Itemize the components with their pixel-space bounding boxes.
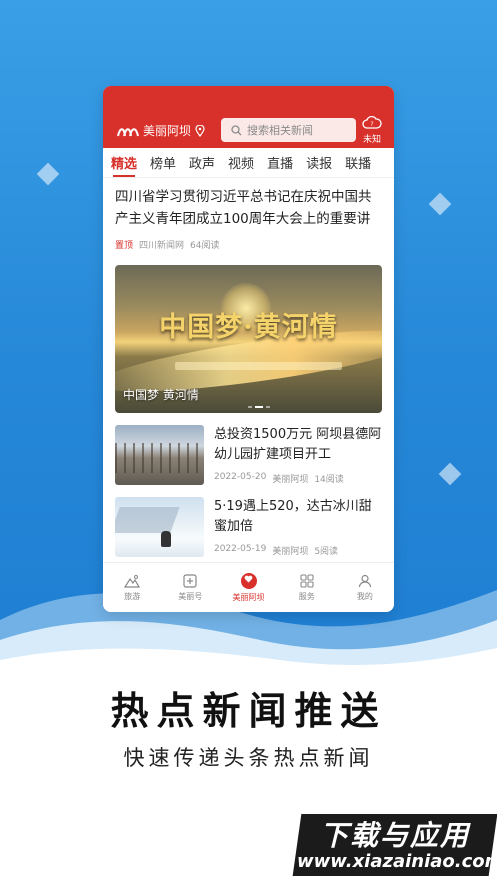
- carousel-indicator: [248, 406, 270, 408]
- phone-screen: 美丽阿坝 搜索相关新闻 ? 未知 精选 榜单 政声 视频 直播 读报 联播 四川…: [103, 86, 394, 612]
- bottom-navigation: 旅游 美丽号 美丽阿坝 服务 我的: [103, 562, 394, 612]
- plus-square-icon: [183, 573, 197, 588]
- news-source: 美丽阿坝: [272, 475, 309, 485]
- headline-reads: 64阅读: [190, 241, 220, 251]
- tab-featured[interactable]: 精选: [111, 153, 137, 177]
- nav-label: 美丽阿坝: [232, 592, 265, 602]
- news-thumbnail: [115, 425, 204, 485]
- news-source: 美丽阿坝: [272, 547, 309, 557]
- nav-label: 服务: [298, 591, 315, 601]
- news-title: 总投资1500万元 阿坝县德阿幼儿园扩建项目开工: [214, 427, 382, 462]
- watermark-url: www.xiazainiao.com: [297, 851, 497, 872]
- tab-government[interactable]: 政声: [189, 153, 215, 172]
- tab-newspaper[interactable]: 读报: [306, 153, 332, 172]
- news-reads: 5阅读: [314, 547, 339, 557]
- banner-image-title: 中国梦·黄河情: [159, 312, 338, 343]
- news-thumbnail: [115, 497, 204, 557]
- nav-item-travel[interactable]: 旅游: [103, 563, 161, 612]
- headline-meta: 置顶 四川新闻网 64阅读: [115, 238, 382, 251]
- weather-widget[interactable]: ? 未知: [358, 115, 386, 145]
- search-input[interactable]: 搜索相关新闻: [221, 118, 356, 142]
- news-meta: 2022-05-20 美丽阿坝 14阅读: [214, 472, 382, 485]
- tab-broadcast[interactable]: 联播: [345, 153, 371, 172]
- brand-name: 美丽阿坝: [143, 124, 192, 138]
- nav-item-mine[interactable]: 我的: [336, 563, 394, 612]
- heart-icon: [240, 572, 257, 589]
- news-reads: 14阅读: [314, 475, 344, 485]
- news-list-item[interactable]: 5·19遇上520，达古冰川甜蜜加倍 2022-05-19 美丽阿坝 5阅读: [103, 497, 394, 557]
- carousel-dot-active: [255, 406, 263, 408]
- search-icon: [231, 124, 242, 135]
- nav-label: 我的: [356, 591, 373, 601]
- mountain-icon: [124, 574, 141, 588]
- news-meta: 2022-05-19 美丽阿坝 5阅读: [214, 544, 382, 557]
- cloud-icon: ?: [362, 115, 382, 129]
- location-pin-icon[interactable]: [195, 124, 205, 137]
- app-header: 美丽阿坝 搜索相关新闻 ? 未知: [103, 86, 394, 148]
- nav-item-meili-account[interactable]: 美丽号: [161, 563, 219, 612]
- search-placeholder: 搜索相关新闻: [247, 124, 313, 137]
- nav-item-services[interactable]: 服务: [278, 563, 336, 612]
- news-date: 2022-05-20: [214, 472, 267, 482]
- carousel-dot: [266, 406, 270, 408]
- watermark-logo-text: 下载与应用: [319, 819, 470, 852]
- banner-subtitle-strip: [175, 362, 342, 370]
- nav-label: 美丽号: [178, 591, 203, 601]
- weather-label: 未知: [362, 135, 381, 145]
- channel-tabs: 精选 榜单 政声 视频 直播 读报 联播: [103, 148, 394, 178]
- user-icon: [358, 574, 372, 587]
- brand-mark-icon: [117, 127, 139, 136]
- headline-title: 四川省学习贯彻习近平总书记在庆祝中国共产主义青年团成立100周年大会上的重要讲话…: [115, 189, 372, 227]
- nav-item-meili-aba[interactable]: 美丽阿坝: [219, 563, 277, 612]
- banner-caption: 中国梦 黄河情: [123, 388, 199, 402]
- carousel-dot: [248, 406, 252, 408]
- brand-logo[interactable]: 美丽阿坝: [117, 122, 209, 139]
- featured-banner[interactable]: 中国梦·黄河情 中国梦 黄河情: [115, 265, 382, 413]
- headline-source: 四川新闻网: [139, 241, 185, 251]
- pinned-headline[interactable]: 四川省学习贯彻习近平总书记在庆祝中国共产主义青年团成立100周年大会上的重要讲话…: [103, 178, 394, 251]
- tab-video[interactable]: 视频: [228, 153, 254, 172]
- promo-subtitle: 快速传递头条热点新闻: [123, 746, 374, 770]
- pinned-badge: 置顶: [115, 241, 134, 251]
- news-list-item[interactable]: 总投资1500万元 阿坝县德阿幼儿园扩建项目开工 2022-05-20 美丽阿坝…: [103, 425, 394, 485]
- tab-live[interactable]: 直播: [267, 153, 293, 172]
- news-date: 2022-05-19: [214, 544, 267, 554]
- news-title: 5·19遇上520，达古冰川甜蜜加倍: [214, 499, 372, 534]
- nav-label: 旅游: [124, 591, 141, 601]
- tab-rankings[interactable]: 榜单: [150, 153, 176, 172]
- grid-icon: [300, 573, 314, 588]
- svg-text:?: ?: [370, 121, 373, 128]
- promo-title: 热点新闻推送: [110, 688, 387, 733]
